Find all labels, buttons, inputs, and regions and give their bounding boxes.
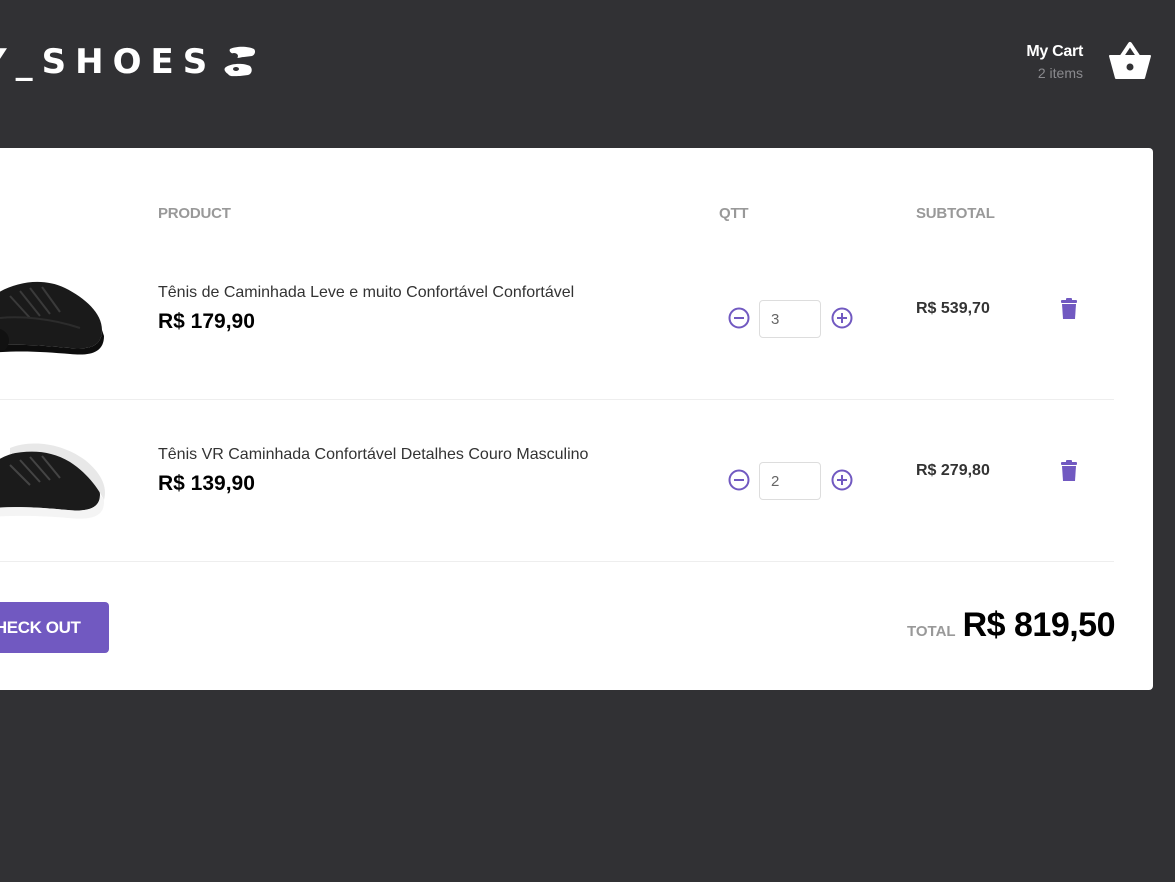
total-label: TOTAL xyxy=(906,623,956,640)
column-header-subtotal: SUBTOTAL xyxy=(916,205,995,222)
trash-icon[interactable] xyxy=(1060,460,1078,482)
column-header-product: PRODUCT xyxy=(158,205,231,222)
row-subtotal: R$ 539,70 xyxy=(916,300,990,317)
product-price: R$ 179,90 xyxy=(158,310,255,333)
cart-item-count: 2 items xyxy=(1037,65,1083,81)
minus-circle-icon[interactable] xyxy=(727,468,751,492)
basket-icon[interactable] xyxy=(1108,40,1152,80)
minus-circle-icon[interactable] xyxy=(727,306,751,330)
table-row: Tênis VR Caminhada Confortável Detalhes … xyxy=(0,400,1114,562)
quantity-input[interactable] xyxy=(759,300,821,338)
product-price: R$ 139,90 xyxy=(158,472,255,495)
cart-summary[interactable]: My Cart 2 items xyxy=(1026,43,1083,82)
total-value: R$ 819,50 xyxy=(962,606,1116,644)
logo[interactable]: Y_SHOES xyxy=(0,42,262,82)
product-name[interactable]: Tênis VR Caminhada Confortável Detalhes … xyxy=(158,446,588,464)
cart-total: TOTAL R$ 819,50 xyxy=(906,606,1116,645)
logo-text: Y_SHOES xyxy=(0,42,217,82)
row-divider xyxy=(0,561,1114,562)
plus-circle-icon[interactable] xyxy=(830,306,854,330)
footprints-icon xyxy=(224,46,256,77)
table-row: Tênis de Caminhada Leve e muito Confortá… xyxy=(0,238,1114,400)
column-header-quantity: QTT xyxy=(719,205,749,222)
plus-circle-icon[interactable] xyxy=(830,468,854,492)
row-subtotal: R$ 279,80 xyxy=(916,462,990,479)
product-name[interactable]: Tênis de Caminhada Leve e muito Confortá… xyxy=(158,284,574,302)
cart-card: PRODUCT QTT SUBTOTAL Tênis de Caminhada … xyxy=(0,148,1153,690)
trash-icon[interactable] xyxy=(1060,298,1078,320)
header: Y_SHOES My Cart 2 items xyxy=(0,0,1175,130)
checkout-button[interactable]: CHECK OUT xyxy=(0,602,109,653)
black-sneaker-image xyxy=(0,282,104,355)
quantity-input[interactable] xyxy=(759,462,821,500)
cart-title: My Cart xyxy=(1026,43,1083,60)
black-white-sneaker-image xyxy=(0,443,106,519)
